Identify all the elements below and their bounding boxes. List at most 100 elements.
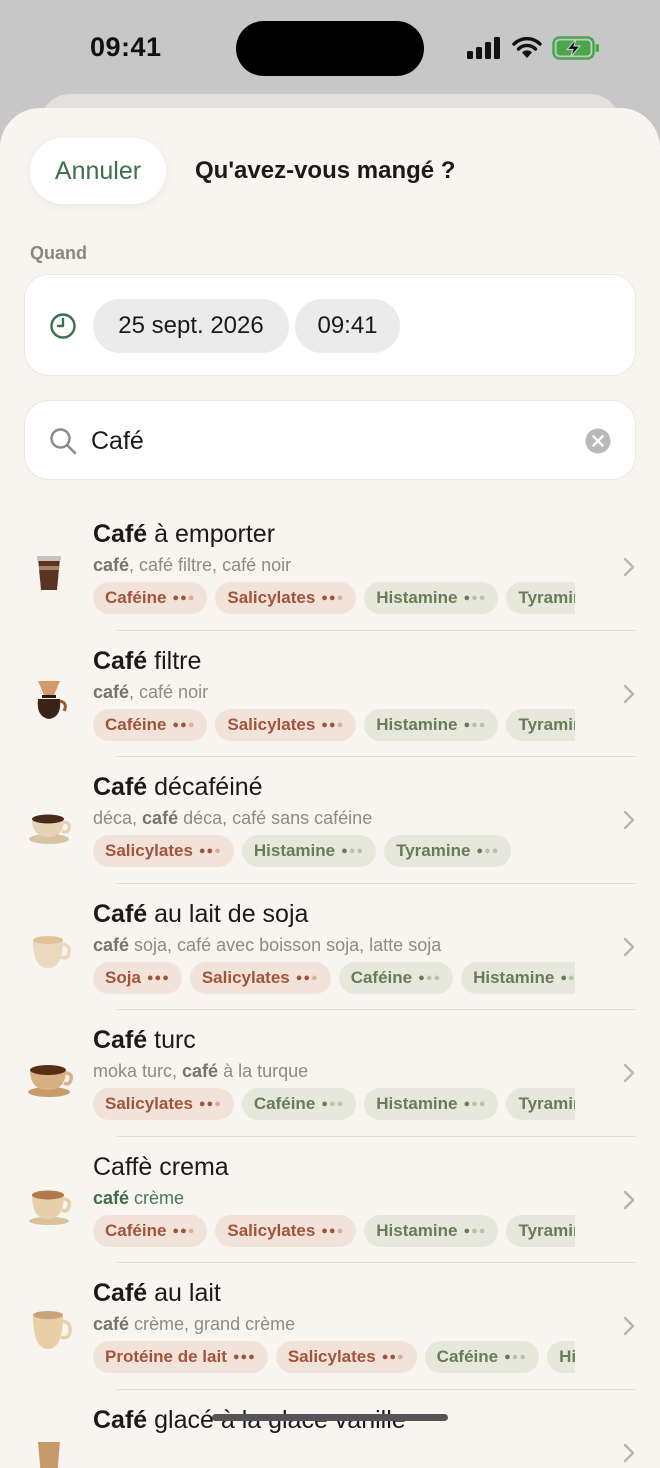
result-row[interactable]: Café au lait café crème, grand crème Proté…	[0, 1263, 660, 1390]
result-synonyms: café soja, café avec boisson soja, latte…	[93, 935, 441, 956]
result-row[interactable]: Café filtre café, café noir Caféine●●●Sali…	[0, 631, 660, 758]
sensitivity-chip: Histamine●●●	[364, 709, 498, 741]
result-synonyms: café crème	[93, 1188, 184, 1209]
status-icons	[466, 34, 600, 62]
cellular-signal-icon	[466, 37, 502, 59]
result-synonyms: moka turc, café à la turque	[93, 1061, 308, 1082]
intensity-dots: ●●●	[504, 1351, 527, 1363]
intensity-dots: ●●●	[233, 1351, 256, 1363]
search-input[interactable]	[91, 421, 571, 461]
sensitivity-chip: Histamine●●●	[242, 835, 376, 867]
results-list: Café à emporter café, café filtre, café n…	[0, 504, 660, 1468]
intensity-dots: ●●●	[476, 845, 499, 857]
clear-search-icon[interactable]	[585, 428, 611, 454]
result-title: Café au lait	[93, 1279, 221, 1308]
result-synonyms: café crème, grand crème	[93, 1314, 295, 1335]
sensitivity-chip: Caféine●●●	[93, 1215, 207, 1247]
chevron-right-icon	[622, 1442, 636, 1464]
intensity-dots: ●●●	[172, 719, 195, 731]
sensitivity-chip: Tyramine●●●	[506, 709, 575, 741]
result-row[interactable]: Caffè crema café crème Caféine●●●Salicylat…	[0, 1137, 660, 1264]
espresso-cup-icon	[24, 799, 74, 849]
sensitivity-chip: Histamine●●●	[364, 582, 498, 614]
sensitivity-chip: Histamine●●●	[364, 1088, 498, 1120]
result-row[interactable]: Café décaféiné déca, café déca, café sans…	[0, 757, 660, 884]
intensity-dots: ●●●	[560, 972, 575, 984]
when-label: Quand	[30, 243, 87, 264]
when-card: 25 sept. 2026 09:41	[24, 274, 636, 376]
result-title: Café turc	[93, 1026, 196, 1055]
result-row[interactable]: Café glacé à la glace vanille	[0, 1390, 660, 1468]
sensitivity-chip: Salicylates●●●	[93, 1088, 234, 1120]
add-food-sheet: Annuler Qu'avez-vous mangé ? Quand 25 se…	[0, 108, 660, 1468]
chevron-right-icon	[622, 936, 636, 958]
battery-charging-icon	[552, 36, 600, 60]
sensitivity-chip: Salicylates●●●	[93, 835, 234, 867]
intensity-dots: ●●●	[463, 592, 486, 604]
chevron-right-icon	[622, 556, 636, 578]
clock-icon	[49, 312, 77, 340]
time-picker[interactable]: 09:41	[295, 299, 400, 353]
sensitivity-chip: Histamine●●●	[547, 1341, 575, 1373]
result-title: Café à emporter	[93, 520, 275, 549]
iced-coffee-icon	[24, 1432, 74, 1468]
result-title: Café filtre	[93, 647, 201, 676]
sheet-title: Qu'avez-vous mangé ?	[195, 157, 455, 185]
result-synonyms: déca, café déca, café sans caféine	[93, 808, 372, 829]
chevron-right-icon	[622, 1062, 636, 1084]
intensity-dots: ●●●	[321, 719, 344, 731]
intensity-dots: ●●●	[464, 1098, 487, 1110]
sensitivity-chip: Protéine de lait●●●	[93, 1341, 268, 1373]
sensitivity-chip: Histamine●●●	[461, 962, 575, 994]
sensitivity-chips: Salicylates●●●Histamine●●●Tyramine●●●	[93, 835, 575, 869]
sensitivity-chip: Caféine●●●	[93, 582, 207, 614]
result-row[interactable]: Café au lait de sojacafé soja, café avec…	[0, 884, 660, 1011]
takeaway-coffee-icon	[24, 546, 74, 596]
status-bar: 09:41	[0, 0, 660, 96]
intensity-dots: ●●●	[382, 1351, 405, 1363]
result-row[interactable]: Café à emporter café, café filtre, café n…	[0, 504, 660, 631]
cancel-button[interactable]: Annuler	[30, 138, 166, 204]
sensitivity-chip: Caféine●●●	[93, 709, 207, 741]
filter-coffee-icon	[24, 673, 74, 723]
intensity-dots: ●●●	[172, 592, 195, 604]
intensity-dots: ●●●	[199, 845, 222, 857]
intensity-dots: ●●●	[296, 972, 319, 984]
date-picker[interactable]: 25 sept. 2026	[93, 299, 289, 353]
sensitivity-chip: Caféine●●●	[425, 1341, 539, 1373]
crema-cup-icon	[24, 1179, 74, 1229]
sensitivity-chip: Salicylates●●●	[190, 962, 331, 994]
intensity-dots: ●●●	[463, 719, 486, 731]
home-indicator	[212, 1414, 448, 1421]
sensitivity-chips: Protéine de lait●●●Salicylates●●●Caféine…	[93, 1341, 575, 1375]
intensity-dots: ●●●	[418, 972, 441, 984]
intensity-dots: ●●●	[341, 845, 364, 857]
sensitivity-chip: Histamine●●●	[364, 1215, 498, 1247]
latte-cup-icon	[24, 1305, 74, 1355]
result-title: Caffè crema	[93, 1153, 229, 1182]
intensity-dots: ●●●	[172, 1225, 195, 1237]
sensitivity-chip: Tyramine●●●	[384, 835, 511, 867]
intensity-dots: ●●●	[199, 1098, 222, 1110]
intensity-dots: ●●●	[321, 592, 344, 604]
dynamic-island	[236, 21, 424, 76]
sensitivity-chips: Soja●●●Salicylates●●●Caféine●●●Histamine…	[93, 962, 575, 996]
result-synonyms: café, café filtre, café noir	[93, 555, 291, 576]
search-icon	[49, 427, 77, 455]
result-row[interactable]: Café turc moka turc, café à la turque Sali…	[0, 1010, 660, 1137]
intensity-dots: ●●●	[321, 1225, 344, 1237]
wifi-icon	[512, 37, 542, 59]
result-title: Café décaféiné	[93, 773, 263, 802]
sensitivity-chip: Salicylates●●●	[215, 582, 356, 614]
milk-coffee-cup-icon	[24, 926, 74, 976]
result-synonyms: café, café noir	[93, 682, 208, 703]
intensity-dots: ●●●	[321, 1098, 344, 1110]
sensitivity-chip: Salicylates●●●	[276, 1341, 417, 1373]
intensity-dots: ●●●	[463, 1225, 486, 1237]
status-time: 09:41	[90, 32, 162, 63]
sensitivity-chip: Caféine●●●	[339, 962, 453, 994]
sensitivity-chip: Salicylates●●●	[215, 1215, 356, 1247]
sensitivity-chip: Caféine●●●	[242, 1088, 356, 1120]
turkish-coffee-cup-icon	[24, 1052, 74, 1102]
sensitivity-chips: Caféine●●●Salicylates●●●Histamine●●●Tyra…	[93, 709, 575, 743]
